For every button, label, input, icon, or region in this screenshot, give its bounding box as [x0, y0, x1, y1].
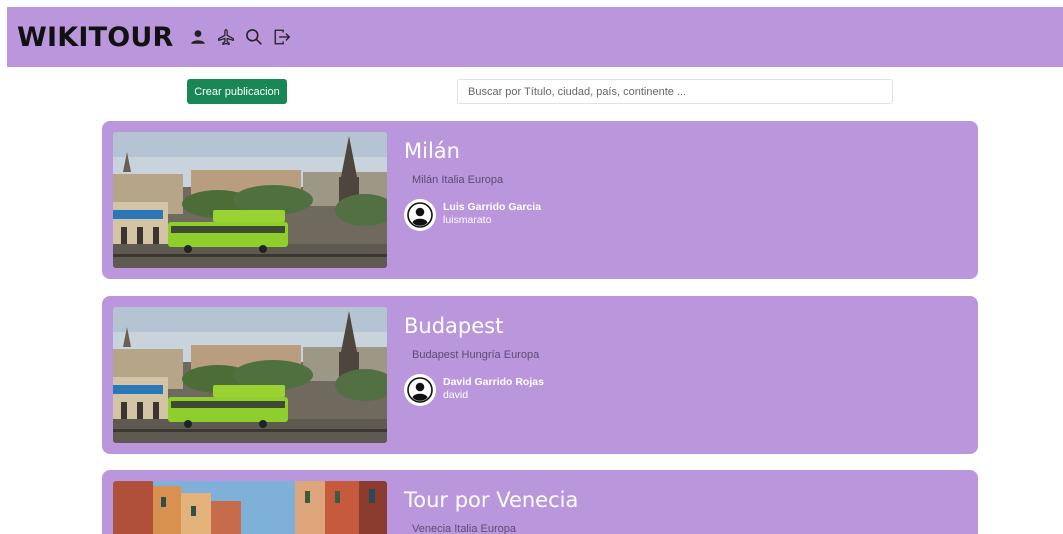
post-image[interactable]	[113, 132, 387, 268]
search-icon[interactable]	[243, 26, 265, 48]
logout-icon[interactable]	[271, 26, 293, 48]
post-location: Milán Italia Europa	[412, 174, 504, 186]
post-location: Venecia Italia Europa	[412, 523, 516, 534]
avatar	[404, 199, 436, 231]
post-title[interactable]: Budapest	[404, 314, 503, 338]
airplane-icon[interactable]	[215, 26, 237, 48]
user-avatar-icon	[407, 377, 433, 403]
author-name: David Garrido Rojas	[443, 376, 544, 388]
author-name: Luis Garrido Garcia	[443, 201, 542, 213]
avatar	[404, 374, 436, 406]
author-username: luismarato	[443, 214, 492, 226]
post-card[interactable]: Budapest Budapest Hungría Europa David G…	[102, 296, 978, 454]
post-card[interactable]: Milán Milán Italia Europa Luis Garrido G…	[102, 121, 978, 279]
navbar: WIKITOUR	[7, 7, 1063, 67]
search-input[interactable]	[457, 79, 893, 104]
user-avatar-icon	[407, 202, 433, 228]
create-post-button[interactable]: Crear publicacion	[187, 79, 287, 104]
brand-logo[interactable]: WIKITOUR	[17, 22, 173, 53]
post-card[interactable]: Tour por Venecia Venecia Italia Europa	[102, 470, 978, 534]
post-image[interactable]	[113, 481, 387, 534]
author-username: david	[443, 389, 469, 401]
post-location: Budapest Hungría Europa	[412, 349, 540, 361]
nav-icons	[187, 26, 293, 48]
user-icon[interactable]	[187, 26, 209, 48]
post-title[interactable]: Tour por Venecia	[404, 488, 578, 512]
post-image[interactable]	[113, 307, 387, 443]
post-title[interactable]: Milán	[404, 139, 460, 163]
